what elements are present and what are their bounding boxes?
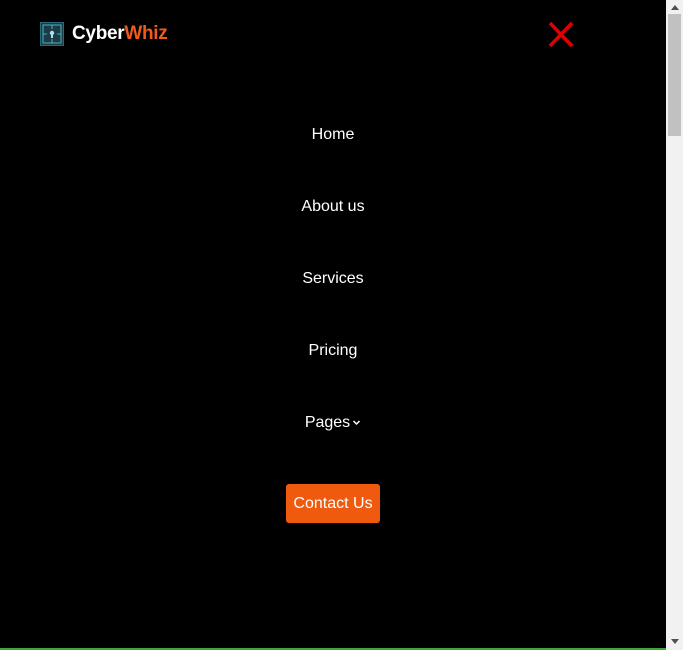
nav-item-label: Pricing	[308, 342, 358, 359]
scrollbar-thumb[interactable]	[668, 14, 681, 136]
close-menu-button[interactable]	[546, 20, 576, 50]
contact-us-label: Contact Us	[293, 494, 373, 512]
nav-item-pages[interactable]: Pages	[0, 413, 666, 433]
chevron-down-icon	[352, 413, 361, 433]
nav-item-label: Home	[311, 126, 355, 143]
nav-item-about-us[interactable]: About us	[0, 197, 666, 217]
vertical-scrollbar[interactable]	[666, 0, 683, 650]
brand-name-second: Whiz	[124, 23, 168, 44]
nav-item-label: About us	[301, 198, 365, 215]
nav-item-label: Pages	[304, 414, 351, 432]
nav-item-pricing[interactable]: Pricing	[0, 341, 666, 361]
scroll-up-arrow-icon[interactable]	[666, 0, 683, 14]
scroll-down-arrow-icon[interactable]	[666, 634, 683, 648]
brand-name: CyberWhiz	[72, 23, 168, 45]
brand[interactable]: CyberWhiz	[40, 22, 168, 46]
security-keyhole-icon	[40, 22, 64, 46]
close-icon	[548, 21, 574, 48]
nav-item-home[interactable]: Home	[0, 125, 666, 145]
mobile-menu-overlay: CyberWhiz Home About us Services Pricing…	[0, 0, 666, 650]
nav-item-services[interactable]: Services	[0, 269, 666, 289]
nav-item-label: Services	[302, 270, 364, 287]
brand-name-first: Cyber	[72, 23, 125, 44]
contact-us-button[interactable]: Contact Us	[286, 484, 380, 523]
